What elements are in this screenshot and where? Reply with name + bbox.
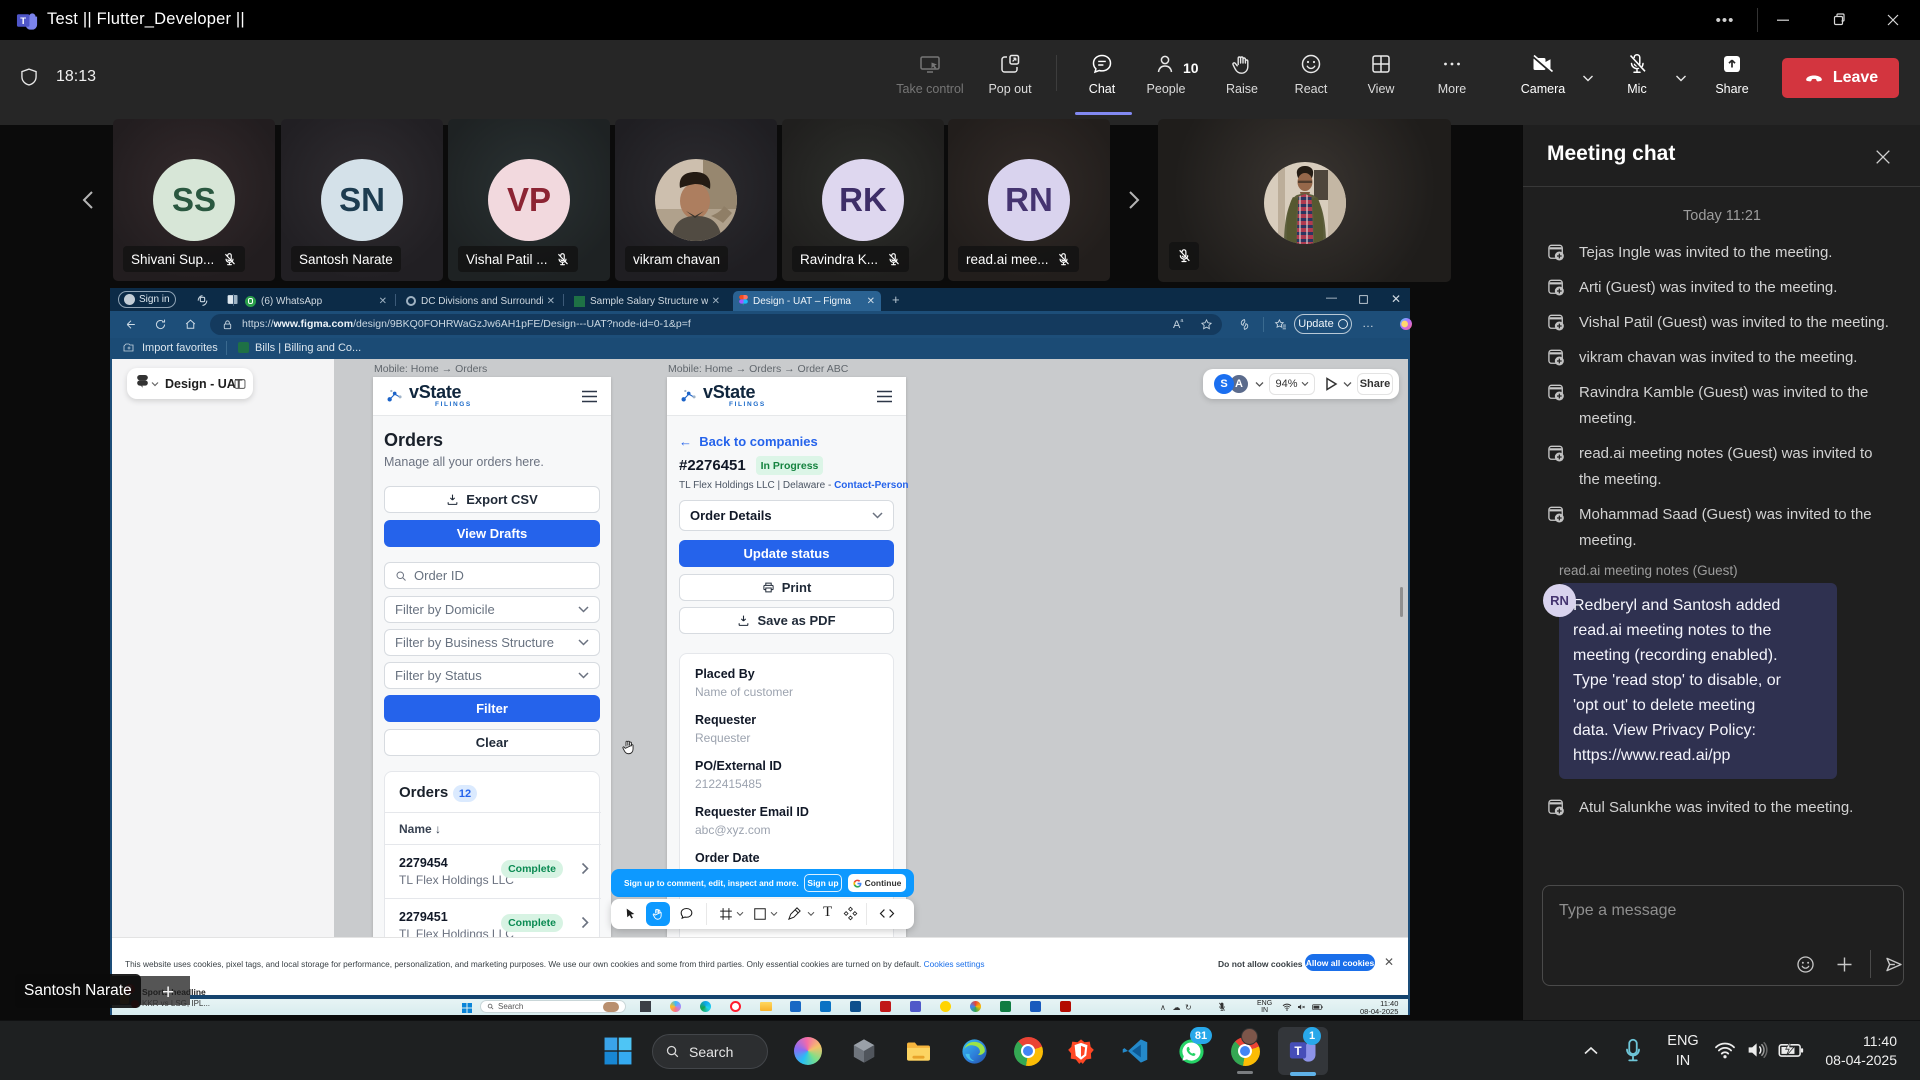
svg-text:T: T: [1294, 1044, 1302, 1058]
svg-text:T: T: [20, 16, 26, 27]
